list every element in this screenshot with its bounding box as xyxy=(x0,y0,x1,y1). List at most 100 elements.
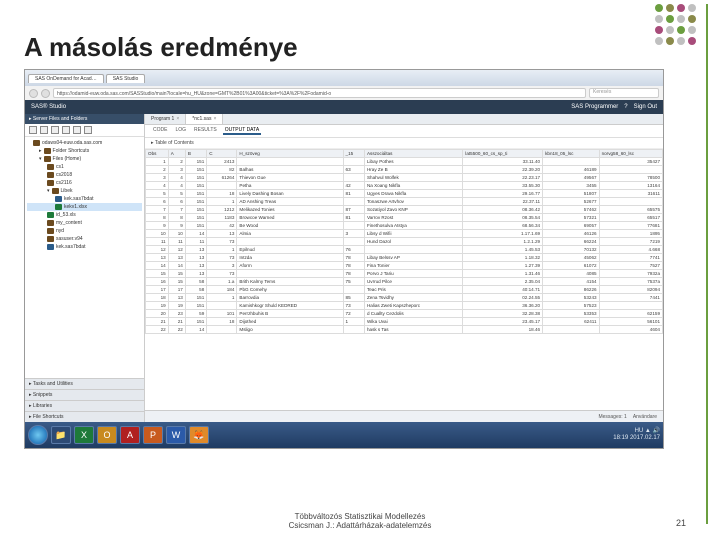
tree-item[interactable]: my_content xyxy=(27,219,142,227)
messages-indicator[interactable]: Messages: 1 xyxy=(598,414,626,420)
col-header[interactable]: norvg58_60_lsc xyxy=(599,150,662,158)
output-table[interactable]: ObsABCH_szöveg_15Asszociáltaslat5500_60_… xyxy=(145,149,663,410)
table-row[interactable]: 5515118Lively Dashing Bosan81Ugyes Drava… xyxy=(146,190,663,198)
browser-toolbar: https://odamid-euw.oda.sas.com/SASStudio… xyxy=(25,86,663,100)
firefox-icon[interactable]: 🦊 xyxy=(189,426,209,444)
col-header[interactable]: _15 xyxy=(343,150,364,158)
sidebar-section[interactable]: ▸ Snippets xyxy=(25,389,144,400)
col-header[interactable]: Asszociáltas xyxy=(364,150,462,158)
tree-item[interactable]: id_53.xls xyxy=(27,211,142,219)
table-row[interactable]: 1515137378Porvo J Tariu1.31.4640857932a xyxy=(146,270,663,278)
folder-tree: odaws04-euw.oda.sas.com ▸ Folder Shortcu… xyxy=(25,137,144,378)
search-field[interactable]: Keresés xyxy=(589,88,659,98)
table-row[interactable]: 44151Petha42Na Xoang Nikfla33.55.3034551… xyxy=(146,182,663,190)
user-indicator[interactable]: Användare xyxy=(633,414,657,420)
table-row[interactable]: 881511183Browcoe Warned81Varrov Rzost08.… xyxy=(146,214,663,222)
browser-tabbar: SAS OnDemand for Acad… SAS Studio xyxy=(25,70,663,86)
url-field[interactable]: https://odamid-euw.oda.sas.com/SASStudio… xyxy=(53,88,586,98)
tab-program[interactable]: Program 1× xyxy=(145,114,186,124)
tab-file[interactable]: *nc1.sas× xyxy=(186,114,223,124)
tree-item[interactable]: kek.sas7bdat xyxy=(27,243,142,251)
col-header[interactable]: H_szöveg xyxy=(237,150,343,158)
sidebar-header[interactable]: ▸ Server Files and Folders xyxy=(25,114,144,124)
help-icon[interactable]: ? xyxy=(624,104,627,110)
start-button[interactable] xyxy=(28,425,48,445)
signout-button[interactable]: Sign Out xyxy=(634,104,657,110)
tree-item-selected[interactable]: kekv1.xlsx xyxy=(27,203,142,211)
screenshot-window: SAS OnDemand for Acad… SAS Studio https:… xyxy=(24,69,664,449)
main-pane: Program 1× *nc1.sas× CODE LOG RESULTS OU… xyxy=(145,114,663,422)
props-icon[interactable] xyxy=(84,126,92,134)
sidebar-section[interactable]: ▸ Tasks and Utilities xyxy=(25,378,144,389)
col-header[interactable]: C xyxy=(207,150,237,158)
sidebar-section[interactable]: ▸ Libraries xyxy=(25,400,144,411)
table-row[interactable]: 771511212Melikazed Tonies87Sozatiyol Zav… xyxy=(146,206,663,214)
table-row[interactable]: 202359101Perrzhbuhis B72d Cuallty Cezdol… xyxy=(146,310,663,318)
table-row[interactable]: 212115118Dijothed1Wika Uvai23.45.1762411… xyxy=(146,318,663,326)
tree-item[interactable]: cs2018 xyxy=(27,171,142,179)
slide-decor-line xyxy=(706,4,708,524)
tree-item[interactable]: kek.sas7bdat xyxy=(27,195,142,203)
subtab-results[interactable]: RESULTS xyxy=(192,127,219,135)
subtab-log[interactable]: LOG xyxy=(173,127,188,135)
table-row[interactable]: 1414133Aform78Fina Tonier1.27.3961072752… xyxy=(146,262,663,270)
col-header[interactable]: Obs xyxy=(146,150,169,158)
subtab-code[interactable]: CODE xyxy=(151,127,169,135)
close-icon[interactable]: × xyxy=(176,116,179,122)
col-header[interactable]: B xyxy=(185,150,206,158)
table-row[interactable]: 3415161264Thievon GueShahvul Wolfek22.23… xyxy=(146,174,663,182)
sas-header: SAS® Studio SAS Programmer ? Sign Out xyxy=(25,100,663,114)
forward-icon[interactable] xyxy=(41,89,50,98)
col-header[interactable]: A xyxy=(168,150,185,158)
tree-item[interactable]: ▾ Libek xyxy=(27,187,142,195)
tree-item[interactable]: ▸ Folder Shortcuts xyxy=(27,147,142,155)
page-number: 21 xyxy=(676,518,686,528)
sidebar-toolbar xyxy=(25,124,144,137)
toc-row[interactable]: ▸ Table of Contents xyxy=(145,138,663,149)
explorer-icon[interactable]: 📁 xyxy=(51,426,71,444)
browser-tab[interactable]: SAS Studio xyxy=(106,74,146,83)
word-icon[interactable]: W xyxy=(166,426,186,444)
browser-tab[interactable]: SAS OnDemand for Acad… xyxy=(28,74,104,83)
delete-icon[interactable] xyxy=(73,126,81,134)
tree-item[interactable]: cs1 xyxy=(27,163,142,171)
table-row[interactable]: 11111173Hund Dazol1.2.1.29662247219 xyxy=(146,238,663,246)
slide-footer: Többváltozós Statisztikai Modellezés Csi… xyxy=(0,512,720,530)
refresh-icon[interactable] xyxy=(40,126,48,134)
tree-item[interactable]: cs2116 xyxy=(27,179,142,187)
upload-icon[interactable] xyxy=(51,126,59,134)
table-row[interactable]: 13131373Intzda78Libay Belssv AP1.18.3245… xyxy=(146,254,663,262)
sidebar-section[interactable]: ▸ File Shortcuts xyxy=(25,411,144,422)
table-row[interactable]: 10101413Almia3Libsy d Wifii1.17.1.694612… xyxy=(146,230,663,238)
sas-role[interactable]: SAS Programmer xyxy=(571,104,618,110)
table-row[interactable]: 661511AD Anshing TreasTonaszwe Artvhov22… xyxy=(146,198,663,206)
download-icon[interactable] xyxy=(62,126,70,134)
tree-root[interactable]: odaws04-euw.oda.sas.com xyxy=(27,139,142,147)
system-tray[interactable]: HU ▲ 🔊18:19 2017.02.17 xyxy=(613,428,660,441)
table-row[interactable]: 9915142Be WoodFinethosulva Atstya68.56.3… xyxy=(146,222,663,230)
col-header[interactable]: kbn18_05_lsc xyxy=(543,150,599,158)
outlook-icon[interactable]: O xyxy=(97,426,117,444)
reader-icon[interactable]: A xyxy=(120,426,140,444)
table-row[interactable]: 1212131Epilnud761.45.53701324.668 xyxy=(146,246,663,254)
close-icon[interactable]: × xyxy=(213,116,216,122)
table-row[interactable]: 1615581.aBrith Kalrny Tems75Uvrrud Pilce… xyxy=(146,278,663,286)
main-tabs: Program 1× *nc1.sas× xyxy=(145,114,663,125)
excel-icon[interactable]: X xyxy=(74,426,94,444)
status-bar: Messages: 1 Användare xyxy=(145,410,663,422)
windows-taskbar: 📁 X O A P W 🦊 HU ▲ 🔊18:19 2017.02.17 xyxy=(25,422,663,448)
table-row[interactable]: 222214Msligohask s Tas18.464604 xyxy=(146,326,663,334)
subtab-output[interactable]: OUTPUT DATA xyxy=(223,127,261,135)
table-row[interactable]: 171758184PbG ComehyTeac Pris40:14.718622… xyxy=(146,286,663,294)
table-row[interactable]: 18131511Barrovdia85Zena Tsvidhy02.24.555… xyxy=(146,294,663,302)
tree-item[interactable]: ▾ Files (Home) xyxy=(27,155,142,163)
tree-item[interactable]: sasuser.v94 xyxy=(27,235,142,243)
tree-item[interactable]: nyd xyxy=(27,227,142,235)
powerpoint-icon[interactable]: P xyxy=(143,426,163,444)
col-header[interactable]: lat5500_60_cs_sp_ti xyxy=(463,150,543,158)
table-row[interactable]: 1919151Kamishkogr Shuld KEDRED73Halias Z… xyxy=(146,302,663,310)
back-icon[interactable] xyxy=(29,89,38,98)
table-row[interactable]: 121512413Libay Pothes33.11.4035427 xyxy=(146,158,663,166)
table-row[interactable]: 2315182Balhas63Hray Ze B22.39.2046189 xyxy=(146,166,663,174)
new-icon[interactable] xyxy=(29,126,37,134)
